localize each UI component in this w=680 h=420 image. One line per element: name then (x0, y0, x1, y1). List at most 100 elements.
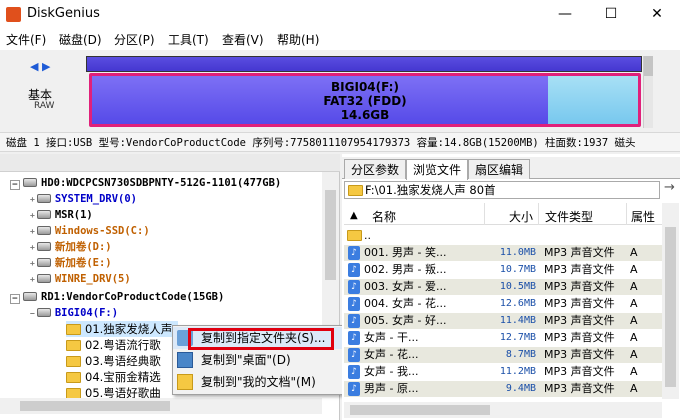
file-attr: A (630, 263, 638, 276)
tree-disk-rd1[interactable]: − RD1:VendorCoProductCode(15GB) (10, 289, 224, 305)
menu-partition[interactable]: 分区(P) (114, 31, 155, 48)
file-row[interactable]: ♪ 005. 女声 - 好... 11.4MB MP3 声音文件 A (344, 313, 662, 329)
file-row[interactable]: ♪ 001. 男声 - 笑... 11.0MB MP3 声音文件 A (344, 245, 662, 261)
file-row[interactable]: ♪ 002. 男声 - 叛... 10.7MB MP3 声音文件 A (344, 262, 662, 278)
file-type: MP3 声音文件 (544, 280, 615, 293)
file-name: 004. 女声 - 花... (364, 297, 447, 310)
col-attr[interactable]: 属性 (631, 208, 655, 225)
file-type: MP3 声音文件 (544, 246, 615, 259)
file-attr: A (630, 297, 638, 310)
partition-text: BIGI04(F:) FAT32 (FDD) 14.6GB (92, 80, 638, 122)
usb-disk-icon (23, 292, 37, 301)
menu-view[interactable]: 查看(V) (222, 31, 264, 48)
file-type: MP3 声音文件 (544, 348, 615, 361)
menu-disk[interactable]: 磁盘(D) (59, 31, 102, 48)
folder-icon (348, 185, 363, 196)
tree-folder-01[interactable]: 01.独家发烧人声 (66, 321, 178, 337)
sort-arrow-icon[interactable]: ▲ (350, 210, 358, 221)
file-size: 12.7MB (499, 332, 536, 343)
partition-icon (36, 226, 51, 235)
expand-arrow-icon[interactable]: + (30, 224, 35, 240)
tree-folder-04[interactable]: 04.宝丽金精选 (66, 369, 161, 385)
col-divider[interactable] (538, 203, 539, 225)
path-bar[interactable]: F:\01.独家发烧人声 80首 (344, 181, 660, 199)
desktop-icon (177, 352, 193, 368)
expand-arrow-icon[interactable]: + (30, 240, 35, 256)
hard-disk-icon (23, 178, 37, 187)
expand-arrow-icon[interactable]: + (30, 256, 35, 272)
file-attr: A (630, 331, 638, 344)
file-type: MP3 声音文件 (544, 331, 615, 344)
tree-part-e[interactable]: + 新加卷(E:) (30, 255, 112, 271)
file-name: 女声 - 我... (364, 365, 419, 378)
file-row[interactable]: ♪ 004. 女声 - 花... 12.6MB MP3 声音文件 A (344, 296, 662, 312)
expand-arrow-icon[interactable]: + (30, 208, 35, 224)
tab-browse-files[interactable]: 浏览文件 (406, 159, 469, 180)
folder-icon (66, 356, 81, 367)
file-row[interactable]: ♪ 男声 - 原... 9.4MB MP3 声音文件 A (344, 381, 662, 397)
tree-hscrollbar-thumb[interactable] (20, 401, 170, 411)
disk-nav-arrows[interactable]: ◀ ▶ (30, 60, 50, 73)
col-divider[interactable] (626, 203, 627, 225)
tree-part-d[interactable]: + 新加卷(D:) (30, 239, 112, 255)
collapse-arrow-icon[interactable]: − (30, 306, 35, 322)
menu-help[interactable]: 帮助(H) (277, 31, 319, 48)
tab-sector-edit[interactable]: 扇区编辑 (468, 159, 531, 179)
col-name[interactable]: 名称 (372, 208, 396, 225)
tree-part-system[interactable]: + SYSTEM_DRV(0) (30, 191, 137, 207)
tree-part-msr[interactable]: + MSR(1) (30, 207, 93, 223)
collapse-icon[interactable]: − (10, 180, 20, 190)
minimize-button[interactable]: — (542, 0, 588, 28)
tree-folder-03[interactable]: 03.粤语经典歌 (66, 353, 161, 369)
app-icon (6, 7, 21, 22)
file-row[interactable]: ♪ 女声 - 花... 8.7MB MP3 声音文件 A (344, 347, 662, 363)
partition-icon (36, 242, 51, 251)
menu-tools[interactable]: 工具(T) (168, 31, 209, 48)
file-list-scrollbar-thumb[interactable] (665, 227, 676, 387)
tree-disk-hd0[interactable]: − HD0:WDCPCSN730SDBPNTY-512G-1101(477GB) (10, 175, 281, 191)
music-file-icon: ♪ (348, 314, 360, 328)
partition-icon (36, 258, 51, 267)
partition-fs: FAT32 (FDD) (323, 94, 407, 108)
expand-arrow-icon[interactable]: + (30, 192, 35, 208)
music-file-icon: ♪ (348, 382, 360, 396)
file-attr: A (630, 314, 638, 327)
disk-scrollbar-thumb[interactable] (644, 56, 653, 76)
tree-scrollbar-thumb[interactable] (325, 190, 336, 280)
file-row[interactable]: ♪ 女声 - 干... 12.7MB MP3 声音文件 A (344, 330, 662, 346)
partition-block[interactable]: BIGI04(F:) FAT32 (FDD) 14.6GB (89, 73, 641, 127)
file-list-hscrollbar-thumb[interactable] (350, 405, 490, 415)
menu-file[interactable]: 文件(F) (6, 31, 46, 48)
partition-icon (36, 210, 51, 219)
partition-name: BIGI04(F:) (331, 80, 399, 94)
tree-part-c[interactable]: + Windows-SSD(C:) (30, 223, 150, 239)
file-size: 10.7MB (499, 264, 536, 275)
disk-strip[interactable] (86, 56, 642, 72)
maximize-button[interactable]: ☐ (588, 0, 634, 28)
file-name: 女声 - 花... (364, 348, 419, 361)
file-name: 003. 女声 - 爱... (364, 280, 447, 293)
file-row[interactable]: .. (344, 228, 662, 244)
col-divider[interactable] (484, 203, 485, 225)
col-size[interactable]: 大小 (509, 208, 533, 225)
close-button[interactable]: ✕ (634, 0, 680, 28)
file-size: 11.2MB (499, 366, 536, 377)
file-name: .. (364, 229, 371, 242)
partition-icon (36, 308, 51, 317)
file-row[interactable]: ♪ 女声 - 我... 11.2MB MP3 声音文件 A (344, 364, 662, 380)
file-attr: A (630, 348, 638, 361)
tree-part-f[interactable]: − BIGI04(F:) (30, 305, 118, 321)
file-row[interactable]: ♪ 003. 女声 - 爱... 10.5MB MP3 声音文件 A (344, 279, 662, 295)
disk-format-label: RAW (34, 101, 55, 111)
documents-folder-icon (177, 374, 193, 390)
go-arrow-icon[interactable]: → (664, 180, 675, 195)
file-attr: A (630, 280, 638, 293)
music-file-icon: ♪ (348, 348, 360, 362)
collapse-icon[interactable]: − (10, 294, 20, 304)
tree-part-winre[interactable]: + WINRE_DRV(5) (30, 271, 131, 287)
tree-folder-02[interactable]: 02.粤语流行歌 (66, 337, 161, 353)
expand-arrow-icon[interactable]: + (30, 272, 35, 288)
file-size: 10.5MB (499, 281, 536, 292)
tab-partition-params[interactable]: 分区参数 (344, 159, 407, 179)
col-type[interactable]: 文件类型 (545, 208, 593, 225)
